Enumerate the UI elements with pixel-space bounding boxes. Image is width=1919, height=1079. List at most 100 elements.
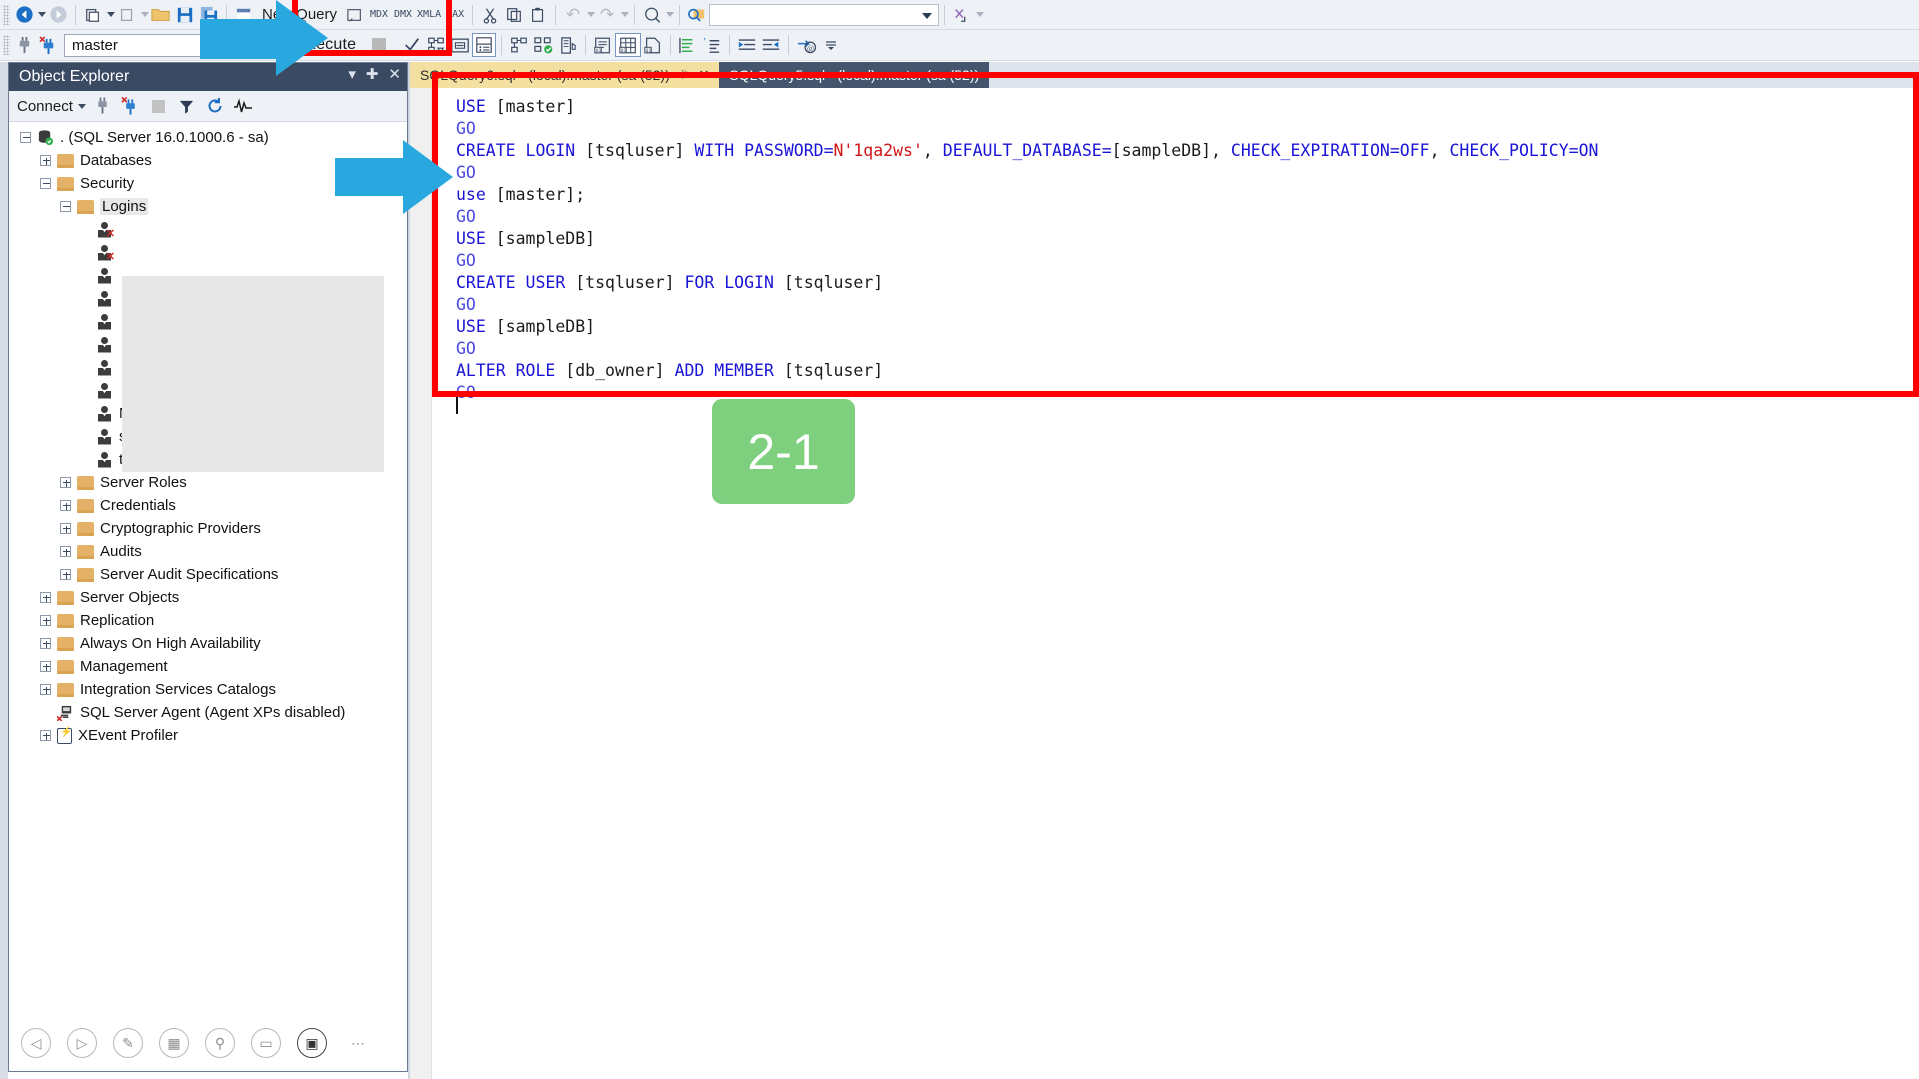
sql-toolbar-grip[interactable] bbox=[3, 35, 10, 55]
include-live-query-statistics-icon[interactable] bbox=[531, 33, 556, 57]
tree-node[interactable]: ✕ bbox=[9, 241, 407, 264]
back-navigation-icon[interactable]: ◁ bbox=[21, 1028, 51, 1058]
query-options-icon[interactable] bbox=[472, 33, 497, 57]
tree-node[interactable]: Cryptographic Providers bbox=[9, 517, 407, 540]
new-item-icon[interactable] bbox=[115, 3, 139, 27]
tree-node[interactable]: ✕ bbox=[9, 218, 407, 241]
tree-node[interactable]: Replication bbox=[9, 609, 407, 632]
toolbar-grip[interactable] bbox=[3, 4, 10, 25]
analysis-services-xmla-query-icon[interactable]: XMLA bbox=[415, 3, 443, 27]
screen-icon[interactable]: ▭ bbox=[251, 1028, 281, 1058]
editor-tab[interactable]: SQLQuery6.sql - (local).master (sa (52))… bbox=[410, 62, 720, 88]
copy-icon[interactable] bbox=[502, 3, 526, 27]
expand-node-icon[interactable] bbox=[57, 474, 74, 491]
open-file-icon[interactable] bbox=[149, 3, 173, 27]
analysis-services-mdx-query-icon[interactable]: MDX bbox=[367, 3, 391, 27]
activity-monitor-icon[interactable] bbox=[230, 94, 256, 118]
display-estimated-execution-plan-icon[interactable] bbox=[448, 33, 472, 57]
expand-node-icon[interactable] bbox=[37, 681, 54, 698]
paste-icon[interactable] bbox=[526, 3, 550, 27]
expand-node-icon[interactable] bbox=[37, 152, 54, 169]
disconnect-object-explorer-icon[interactable] bbox=[118, 94, 144, 118]
tree-node[interactable]: Server Objects bbox=[9, 586, 407, 609]
window-position-icon[interactable]: ▾ bbox=[348, 67, 356, 82]
filter-icon[interactable] bbox=[174, 94, 200, 118]
change-connection-icon[interactable] bbox=[36, 33, 60, 57]
include-client-statistics-icon[interactable] bbox=[556, 33, 580, 57]
results-to-file-icon[interactable]: 01 bbox=[641, 33, 665, 57]
editor-tab[interactable]: SQLQuery5.sql - (local).master (sa (52)) bbox=[719, 62, 990, 88]
include-actual-execution-plan-icon[interactable] bbox=[507, 33, 531, 57]
collapse-node-icon[interactable] bbox=[57, 198, 74, 215]
parse-query-icon[interactable] bbox=[424, 33, 448, 57]
tree-node[interactable]: XEvent Profiler bbox=[9, 724, 407, 747]
analysis-services-dax-query-icon[interactable]: DAX bbox=[443, 3, 467, 27]
undo-dropdown-icon[interactable] bbox=[587, 12, 596, 17]
tree-node[interactable]: Server Audit Specifications bbox=[9, 563, 407, 586]
more-options-icon[interactable]: ⋯ bbox=[343, 1028, 373, 1058]
quick-launch-input[interactable] bbox=[709, 3, 940, 26]
tree-node[interactable]: Always On High Availability bbox=[9, 632, 407, 655]
toolbar-overflow-icon[interactable] bbox=[819, 33, 843, 57]
tree-node[interactable]: Audits bbox=[9, 540, 407, 563]
expand-node-icon[interactable] bbox=[37, 658, 54, 675]
collapse-node-icon[interactable] bbox=[37, 175, 54, 192]
expand-node-icon[interactable] bbox=[37, 589, 54, 606]
new-item-dropdown-icon[interactable] bbox=[141, 12, 149, 17]
cut-icon[interactable] bbox=[478, 3, 502, 27]
stop-button[interactable] bbox=[372, 38, 387, 52]
specify-template-parameters-icon[interactable]: @ bbox=[794, 33, 819, 57]
connect-caret-icon[interactable] bbox=[77, 103, 86, 109]
edit-pencil-icon[interactable]: ✎ bbox=[113, 1028, 143, 1058]
sql-code-text[interactable]: USE [master] GO CREATE LOGIN [tsqluser] WI… bbox=[456, 96, 1919, 404]
redo-dropdown-icon[interactable] bbox=[621, 12, 630, 17]
tree-node[interactable]: Management bbox=[9, 655, 407, 678]
analysis-services-dmx-query-icon[interactable]: DMX bbox=[391, 3, 415, 27]
expand-node-icon[interactable] bbox=[37, 635, 54, 652]
find-in-files-icon[interactable] bbox=[685, 3, 709, 27]
auto-hide-pin-icon[interactable]: ✚ bbox=[366, 67, 379, 82]
expand-node-icon[interactable] bbox=[57, 520, 74, 537]
tab-pin-icon[interactable]: ⚐ bbox=[680, 68, 691, 82]
tree-node[interactable]: Credentials bbox=[9, 494, 407, 517]
connect-object-explorer-icon[interactable] bbox=[90, 94, 116, 118]
debug-check-icon[interactable] bbox=[400, 33, 424, 57]
tree-node[interactable]: Server Roles bbox=[9, 471, 407, 494]
database-engine-query-icon[interactable] bbox=[343, 3, 367, 27]
quick-launch-dropdown-icon[interactable] bbox=[922, 12, 933, 19]
expand-node-icon[interactable] bbox=[57, 543, 74, 560]
expand-node-icon[interactable] bbox=[57, 566, 74, 583]
results-to-grid-icon[interactable]: 01 bbox=[615, 33, 642, 57]
object-explorer-tree[interactable]: . (SQL Server 16.0.1000.6 - sa) Databases… bbox=[9, 122, 407, 1015]
uncomment-lines-icon[interactable]: ’ bbox=[700, 33, 724, 57]
record-video-icon[interactable]: ▣ bbox=[297, 1028, 327, 1058]
navigate-icon[interactable] bbox=[640, 3, 664, 27]
refresh-icon[interactable] bbox=[202, 94, 228, 118]
decrease-indent-icon[interactable] bbox=[735, 33, 759, 57]
comment-out-lines-icon[interactable] bbox=[676, 33, 700, 57]
nav-back-dropdown-icon[interactable] bbox=[38, 12, 46, 17]
sql-code-editor[interactable]: USE [master] GO CREATE LOGIN [tsqluser] WI… bbox=[410, 88, 1919, 1079]
zoom-search-icon[interactable]: ⚲ bbox=[205, 1028, 235, 1058]
tab-close-icon[interactable]: ✕ bbox=[699, 67, 710, 83]
nav-back-icon[interactable] bbox=[12, 3, 36, 27]
navigate-dropdown-icon[interactable] bbox=[666, 12, 675, 17]
tree-node[interactable]: SQL Server Agent (Agent XPs disabled) bbox=[9, 701, 407, 724]
undo-icon[interactable]: ↶ bbox=[561, 3, 585, 27]
results-to-text-icon[interactable]: 01 bbox=[591, 33, 615, 57]
tree-node[interactable]: Integration Services Catalogs bbox=[9, 678, 407, 701]
forward-navigation-icon[interactable]: ▷ bbox=[67, 1028, 97, 1058]
new-project-dropdown-icon[interactable] bbox=[107, 12, 115, 17]
copy-frames-icon[interactable]: ▦ bbox=[159, 1028, 189, 1058]
expand-node-icon[interactable] bbox=[37, 612, 54, 629]
expand-node-icon[interactable] bbox=[57, 497, 74, 514]
close-panel-icon[interactable]: ✕ bbox=[388, 67, 401, 82]
new-project-icon[interactable] bbox=[81, 3, 105, 27]
redo-icon[interactable]: ↷ bbox=[595, 3, 619, 27]
toolbar-options-icon[interactable] bbox=[976, 12, 985, 17]
stop-action-icon[interactable] bbox=[146, 94, 172, 118]
expand-node-icon[interactable] bbox=[37, 727, 54, 744]
connect-button[interactable]: Connect bbox=[17, 98, 88, 115]
toolbox-icon[interactable] bbox=[950, 3, 974, 27]
increase-indent-icon[interactable] bbox=[759, 33, 783, 57]
